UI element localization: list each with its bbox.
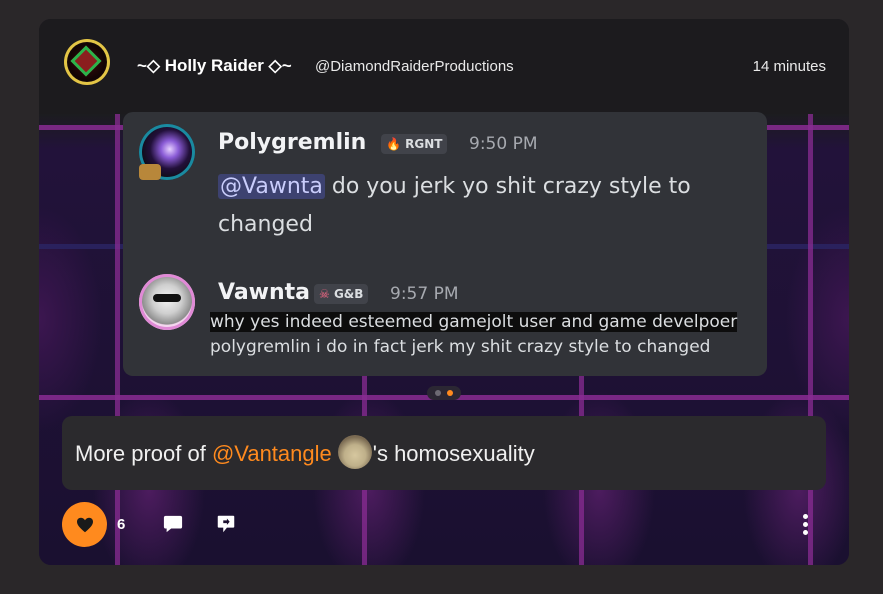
message-text: why yes indeed esteemed gamejolt user an… [210,310,762,360]
share-icon [217,515,235,533]
heart-icon [76,517,93,532]
caption-text: More proof of @Vantangle 's homosexuality [75,435,535,472]
carousel-dot-active[interactable] [447,390,453,396]
vawnta-avatar [139,274,195,330]
post-caption: More proof of @Vantangle 's homosexuality [62,416,826,490]
like-count: 6 [117,516,126,533]
author-name[interactable]: ~◇ Holly Raider ◇~ [137,56,292,76]
message-text-line: changed [218,212,313,237]
message-text-line: why yes indeed esteemed gamejolt user an… [210,312,738,332]
mentioned-user-avatar [337,435,372,469]
post-header: ~◇ Holly Raider ◇~ @DiamondRaiderProduct… [39,19,849,114]
role-tag-label: G&B [333,287,364,301]
sunglasses-icon [153,294,181,302]
message-time: 9:57 PM [390,284,459,304]
role-tag-label: RGNT [405,137,443,151]
author-handle[interactable]: @DiamondRaiderProductions [315,58,514,75]
user-mention: @Vawnta [218,174,325,199]
screenshot-embed[interactable]: Polygremlin 🔥 RGNT 9:50 PM @Vawnta do yo… [123,112,767,376]
diamond-icon [70,45,102,77]
message-author: Vawnta [218,280,311,305]
like-button[interactable] [62,502,107,547]
author-avatar[interactable] [64,39,110,85]
caption-mention[interactable]: @Vantangle [212,441,332,466]
message-author: Polygremlin [218,130,367,155]
caption-part: 's homosexuality [372,440,535,466]
carousel-dot[interactable] [435,390,441,396]
role-tag: 🔥 RGNT [381,134,448,154]
message-time: 9:50 PM [469,134,538,154]
carousel-indicator[interactable] [427,386,461,400]
avatar-decoration-icon [139,164,161,180]
comment-icon [163,515,183,533]
comment-button[interactable] [161,512,185,536]
post-timestamp: 14 minutes [752,58,826,75]
more-options-button[interactable] [803,514,809,536]
post-card: ~◇ Holly Raider ◇~ @DiamondRaiderProduct… [39,19,849,565]
message-text-line: polygremlin i do in fact jerk my shit cr… [210,337,711,357]
post-actions: 6 [39,502,849,562]
share-button[interactable] [214,512,238,536]
fire-icon: 🔥 [386,137,401,151]
background-grid-line [808,114,813,565]
caption-part: More proof of [75,440,212,466]
message-text-line: do you jerk yo shit crazy style to [324,174,691,199]
role-tag: ☠ G&B [314,284,369,304]
message-text: @Vawnta do you jerk yo shit crazy style … [218,168,758,244]
background-grid-line [115,114,120,565]
more-vertical-icon [803,514,809,535]
skull-icon: ☠ [319,287,330,301]
